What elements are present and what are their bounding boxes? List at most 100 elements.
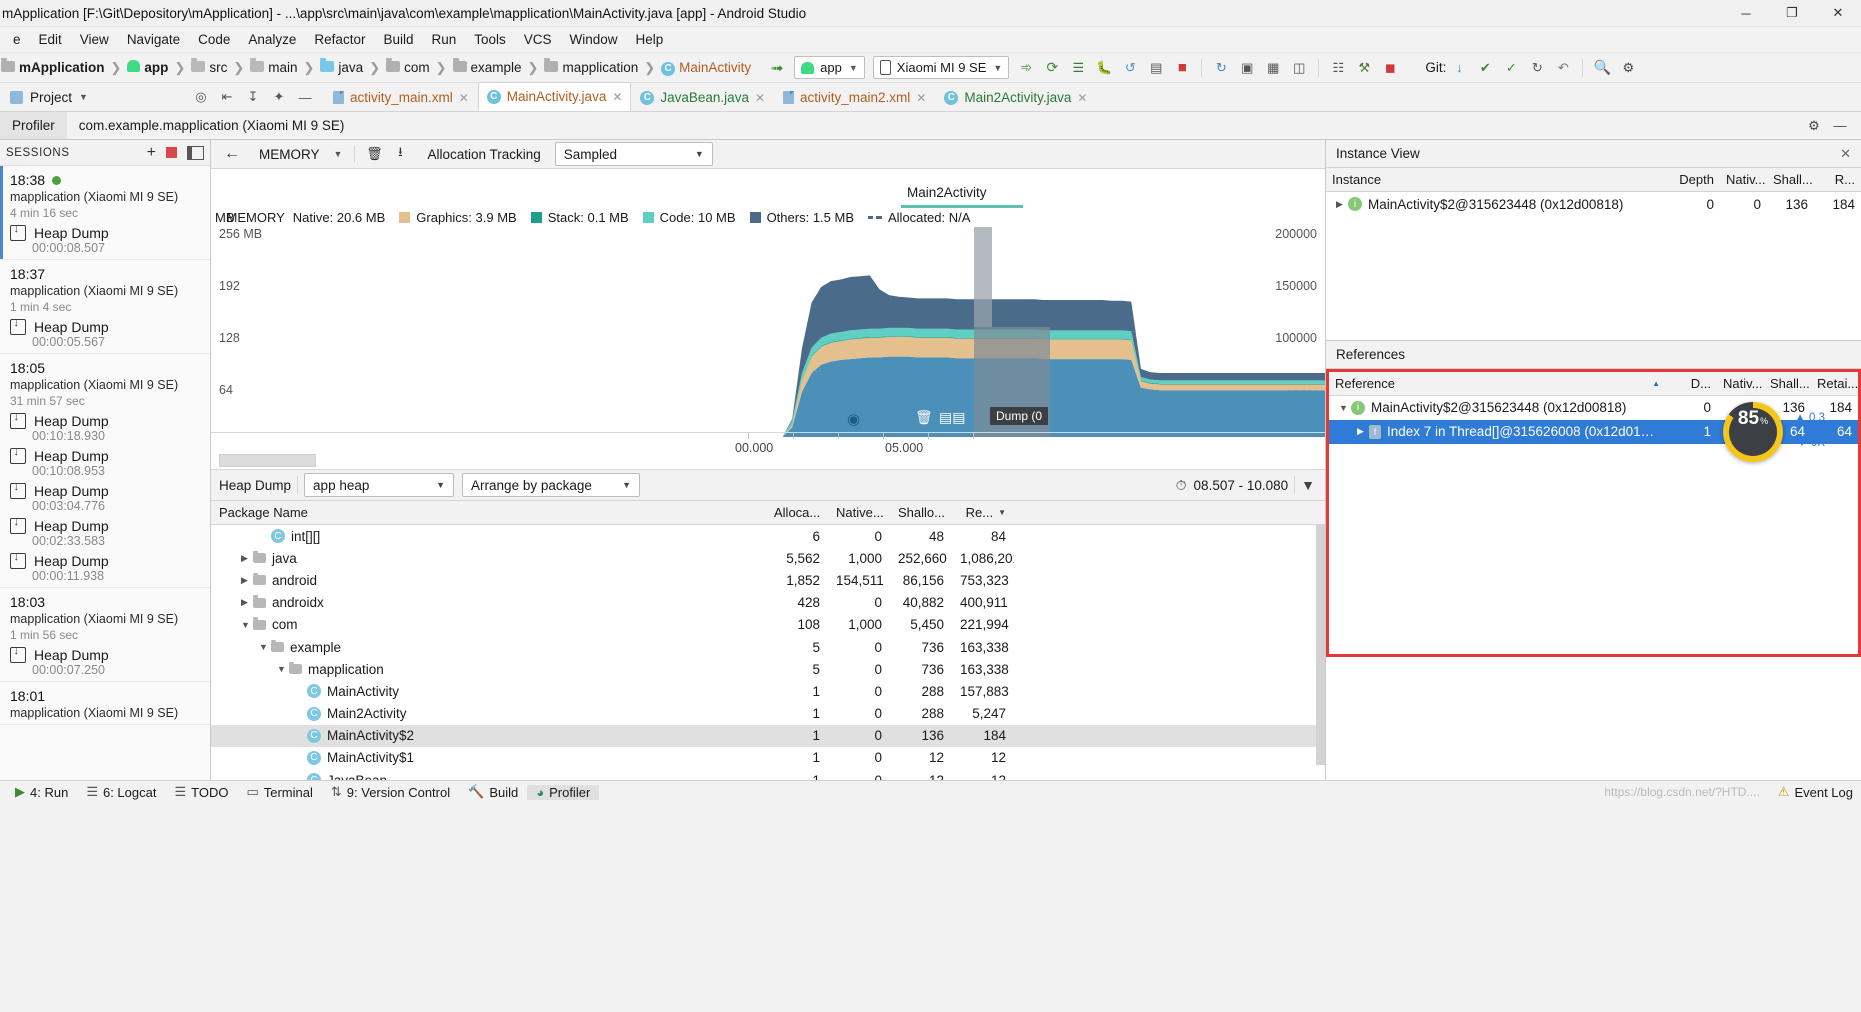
stop-button[interactable]: ■ bbox=[1171, 57, 1193, 79]
close-tab-icon[interactable]: ✕ bbox=[612, 90, 622, 104]
garbage-collect-icon[interactable]: ◉ bbox=[847, 410, 866, 429]
structure-icon[interactable]: ☷ bbox=[1327, 57, 1349, 79]
memory-timeline-chart[interactable]: Main2Activity MB MEMORY Native: 20.6 MB … bbox=[211, 169, 1325, 470]
profiler-process-label[interactable]: com.example.mapplication (Xiaomi MI 9 SE… bbox=[67, 112, 357, 139]
breadcrumb-item-main[interactable]: main bbox=[249, 58, 298, 75]
heap-dump-overlay-icon[interactable]: ▤▤ bbox=[939, 409, 965, 428]
column-header-package-name[interactable]: Package Name bbox=[211, 505, 766, 520]
allocation-tracking-select[interactable]: Sampled ▼ bbox=[554, 142, 713, 166]
menu-item-run[interactable]: Run bbox=[422, 30, 465, 49]
session-item[interactable]: 18:05 mapplication (Xiaomi MI 9 SE) 31 m… bbox=[0, 354, 210, 588]
sdk-manager-icon[interactable]: ▦ bbox=[1262, 57, 1284, 79]
arrange-select[interactable]: Arrange by package ▼ bbox=[462, 473, 641, 497]
table-row[interactable]: C MainActivity$2 1 0 136 184 bbox=[211, 724, 1325, 747]
trash-overlay-icon[interactable]: 🗑 bbox=[915, 409, 934, 428]
heap-dump-item[interactable]: Heap Dump bbox=[10, 551, 202, 569]
run-button[interactable]: ➾ bbox=[1015, 57, 1037, 79]
table-row[interactable]: C Main2Activity 1 0 288 5,247 bbox=[211, 702, 1325, 724]
panel-icon[interactable] bbox=[187, 145, 204, 160]
session-item[interactable]: 18:01 mapplication (Xiaomi MI 9 SE) bbox=[0, 682, 210, 725]
git-history-icon[interactable]: ↻ bbox=[1526, 57, 1548, 79]
profiler-hide-icon[interactable]: — bbox=[1829, 115, 1851, 137]
event-log-label[interactable]: Event Log bbox=[1794, 785, 1853, 800]
expand-all-icon[interactable]: ⇤ bbox=[216, 86, 238, 108]
layout-inspector-icon[interactable]: ◫ bbox=[1288, 57, 1310, 79]
editor-tab-activity-main-xml[interactable]: activity_main.xml ✕ bbox=[324, 84, 478, 111]
timeline-scrollbar[interactable] bbox=[219, 454, 316, 467]
menu-item-help[interactable]: Help bbox=[627, 30, 673, 49]
editor-tab-mainactivity-java[interactable]: C MainActivity.java ✕ bbox=[477, 82, 632, 111]
heap-dump-item[interactable]: Heap Dump bbox=[10, 317, 202, 335]
column-header-allocations[interactable]: Alloca... bbox=[766, 505, 828, 520]
table-row[interactable]: C MainActivity 1 0 288 157,883 bbox=[211, 680, 1325, 702]
git-revert-icon[interactable]: ↶ bbox=[1552, 57, 1574, 79]
column-header-shallow[interactable]: Shall... bbox=[1764, 376, 1811, 391]
run-configuration-select[interactable]: app ▼ bbox=[794, 56, 865, 79]
column-header-retained[interactable]: R... bbox=[1814, 172, 1861, 187]
breadcrumb-item-project[interactable]: mApplication bbox=[0, 58, 106, 75]
back-arrow-icon[interactable]: ← bbox=[221, 143, 243, 165]
close-icon[interactable]: ✕ bbox=[1840, 146, 1851, 162]
column-header-instance[interactable]: Instance bbox=[1326, 172, 1673, 187]
menu-item-window[interactable]: Window bbox=[561, 30, 627, 49]
attach-debugger-icon[interactable]: ↺ bbox=[1119, 57, 1141, 79]
column-header-native[interactable]: Nativ... bbox=[1720, 172, 1767, 187]
debug-button[interactable]: 🐛 bbox=[1093, 57, 1115, 79]
maximize-button[interactable]: ❐ bbox=[1769, 0, 1815, 26]
heap-dump-item[interactable]: Heap Dump bbox=[10, 516, 202, 534]
stop-red-icon[interactable]: ◼ bbox=[1379, 57, 1401, 79]
apply-changes-icon[interactable]: ☰ bbox=[1067, 57, 1089, 79]
statusbar-item-terminal[interactable]: ▭ Terminal bbox=[237, 784, 321, 800]
statusbar-item-profiler[interactable]: ◕ Profiler bbox=[527, 784, 600, 800]
table-row[interactable]: ▼ mapplication 5 0 736 163,338 bbox=[211, 658, 1325, 680]
hide-icon[interactable]: — bbox=[294, 86, 316, 108]
table-row[interactable]: CJavaBean101212 bbox=[211, 769, 1325, 780]
menu-item-file[interactable]: e bbox=[4, 30, 30, 49]
heap-select[interactable]: app heap ▼ bbox=[304, 473, 455, 497]
locate-file-icon[interactable]: ◎ bbox=[190, 86, 212, 108]
profiler-settings-gear-icon[interactable]: ⚙ bbox=[1803, 115, 1825, 137]
stop-icon[interactable] bbox=[166, 147, 177, 158]
minimize-button[interactable]: ─ bbox=[1723, 0, 1769, 26]
table-row[interactable]: ▶ java 5,562 1,000 252,660 1,086,201 bbox=[211, 547, 1325, 569]
settings-gear-icon[interactable]: ⚙ bbox=[1617, 57, 1639, 79]
editor-tab-main2activity-java[interactable]: C Main2Activity.java ✕ bbox=[935, 84, 1096, 111]
sync-gradle-icon[interactable]: ↻ bbox=[1210, 57, 1232, 79]
heap-dump-item[interactable]: Heap Dump bbox=[10, 411, 202, 429]
trash-icon[interactable]: 🗑 bbox=[363, 143, 385, 165]
chevron-down-icon[interactable]: ▼ bbox=[277, 664, 289, 674]
back-navigation-icon[interactable]: ➟ bbox=[766, 57, 788, 79]
git-update-icon[interactable]: ↓ bbox=[1448, 57, 1470, 79]
breadcrumb-item-src[interactable]: src bbox=[190, 58, 228, 75]
heap-dump-item[interactable]: Heap Dump bbox=[10, 223, 202, 241]
column-header-shallow-size[interactable]: Shallo... bbox=[890, 505, 952, 520]
column-header-depth[interactable]: Depth bbox=[1673, 172, 1720, 187]
close-tab-icon[interactable]: ✕ bbox=[916, 91, 926, 105]
table-row[interactable]: ▼ example 5 0 736 163,338 bbox=[211, 636, 1325, 658]
heap-dump-icon[interactable]: ⭳ bbox=[389, 143, 411, 165]
session-item[interactable]: 18:37 mapplication (Xiaomi MI 9 SE) 1 mi… bbox=[0, 260, 210, 354]
menu-item-edit[interactable]: Edit bbox=[30, 30, 71, 49]
session-item[interactable]: 18:38 mapplication (Xiaomi MI 9 SE) 4 mi… bbox=[0, 166, 210, 260]
avd-manager-icon[interactable]: ▣ bbox=[1236, 57, 1258, 79]
editor-tab-activity-main2-xml[interactable]: activity_main2.xml ✕ bbox=[774, 84, 935, 111]
git-push-icon[interactable]: ✓ bbox=[1500, 57, 1522, 79]
close-tab-icon[interactable]: ✕ bbox=[459, 91, 469, 105]
heap-dump-item[interactable]: Heap Dump bbox=[10, 481, 202, 499]
profile-button[interactable]: ▤ bbox=[1145, 57, 1167, 79]
statusbar-item-version-control[interactable]: ⇅ 9: Version Control bbox=[322, 784, 459, 800]
column-header-retained[interactable]: Retai... bbox=[1811, 376, 1858, 391]
editor-tab-javabean-java[interactable]: C JavaBean.java ✕ bbox=[631, 84, 774, 111]
project-tool-window-button[interactable]: Project ▼ bbox=[0, 90, 94, 105]
chevron-right-icon[interactable]: ▶ bbox=[241, 553, 253, 564]
device-select[interactable]: Xiaomi MI 9 SE ▼ bbox=[872, 56, 1010, 79]
column-header-reference[interactable]: Reference ▲ bbox=[1329, 376, 1670, 391]
instance-row[interactable]: ▶ i MainActivity$2@315623448 (0x12d00818) 0… bbox=[1326, 192, 1861, 216]
profiler-tab[interactable]: Profiler bbox=[0, 112, 67, 139]
package-table-scrollbar[interactable] bbox=[1316, 525, 1325, 765]
column-header-native-size[interactable]: Native... bbox=[828, 505, 890, 520]
column-header-shallow[interactable]: Shall... bbox=[1767, 172, 1814, 187]
search-icon[interactable]: 🔍 bbox=[1591, 57, 1613, 79]
chevron-down-icon[interactable]: ▼ bbox=[241, 620, 253, 630]
menu-item-build[interactable]: Build bbox=[374, 30, 422, 49]
